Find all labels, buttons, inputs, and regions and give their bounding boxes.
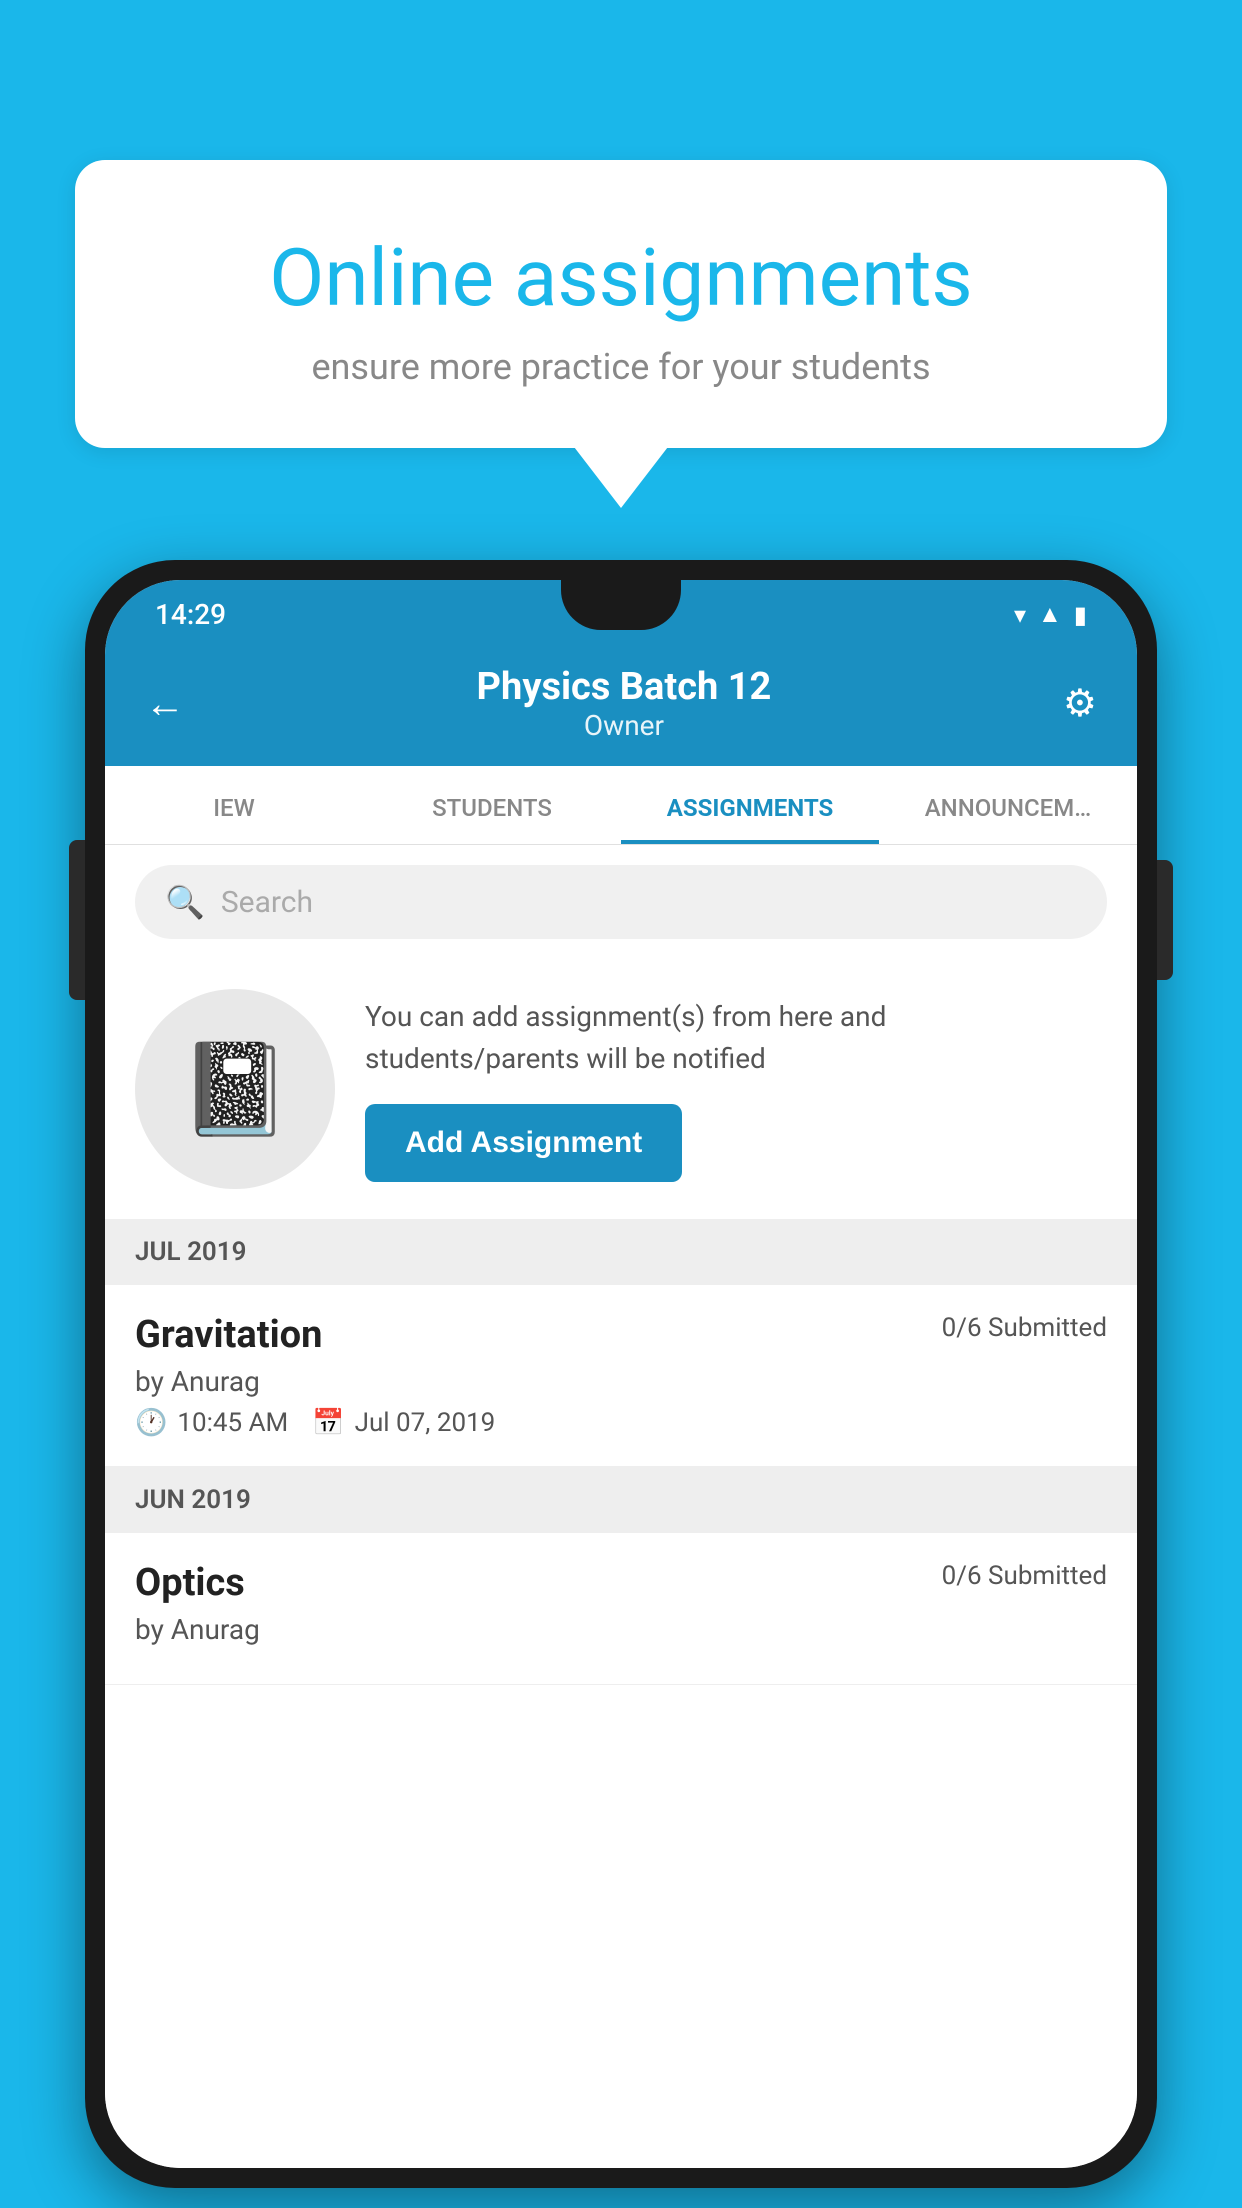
phone-wrapper: 14:29 ▾ ▲ ▮ ← Physics Batch 12 Owner ⚙: [85, 560, 1157, 2188]
assignment-time: 🕐 10:45 AM: [135, 1408, 288, 1438]
speech-bubble-title: Online assignments: [155, 230, 1087, 326]
search-placeholder: Search: [221, 885, 313, 920]
settings-icon[interactable]: ⚙: [1063, 681, 1097, 726]
assignment-time-text: 10:45 AM: [177, 1408, 288, 1438]
assignment-row-top-optics: Optics 0/6 Submitted: [135, 1561, 1107, 1605]
status-icons: ▾ ▲ ▮: [1014, 600, 1087, 629]
speech-bubble-subtitle: ensure more practice for your students: [155, 346, 1087, 388]
search-container: 🔍 Search: [105, 845, 1137, 959]
calendar-icon: 📅: [312, 1408, 344, 1438]
assignment-date-text: Jul 07, 2019: [355, 1408, 496, 1438]
speech-bubble-container: Online assignments ensure more practice …: [75, 160, 1167, 448]
phone-screen: 14:29 ▾ ▲ ▮ ← Physics Batch 12 Owner ⚙: [105, 580, 1137, 2168]
add-assignment-button[interactable]: Add Assignment: [365, 1104, 682, 1182]
clock-icon: 🕐: [135, 1408, 167, 1438]
promo-section: 📓 You can add assignment(s) from here an…: [105, 959, 1137, 1219]
speech-bubble: Online assignments ensure more practice …: [75, 160, 1167, 448]
assignment-name: Gravitation: [135, 1313, 322, 1357]
assignment-meta: 🕐 10:45 AM 📅 Jul 07, 2019: [135, 1408, 1107, 1438]
battery-icon: ▮: [1074, 601, 1087, 629]
status-bar: 14:29 ▾ ▲ ▮: [105, 580, 1137, 645]
content-area: 🔍 Search 📓 You can add assignment(s) fro…: [105, 845, 1137, 2168]
search-icon: 🔍: [165, 883, 205, 921]
promo-icon-circle: 📓: [135, 989, 335, 1189]
status-time: 14:29: [155, 598, 226, 631]
assignment-submitted: 0/6 Submitted: [942, 1313, 1107, 1343]
notebook-icon: 📓: [179, 1037, 291, 1142]
tab-students[interactable]: STUDENTS: [363, 766, 621, 844]
assignment-item-optics[interactable]: Optics 0/6 Submitted by Anurag: [105, 1533, 1137, 1685]
assignment-by-optics: by Anurag: [135, 1613, 1107, 1646]
phone-notch: [561, 580, 681, 630]
promo-description: You can add assignment(s) from here and …: [365, 996, 1107, 1080]
phone-outer: 14:29 ▾ ▲ ▮ ← Physics Batch 12 Owner ⚙: [85, 560, 1157, 2188]
tab-announcements[interactable]: ANNOUNCEM…: [879, 766, 1137, 844]
tab-iew[interactable]: IEW: [105, 766, 363, 844]
header-title-section: Physics Batch 12 Owner: [477, 665, 772, 742]
search-bar[interactable]: 🔍 Search: [135, 865, 1107, 939]
batch-title: Physics Batch 12: [477, 665, 772, 709]
assignment-submitted-optics: 0/6 Submitted: [942, 1561, 1107, 1591]
back-button[interactable]: ←: [145, 680, 185, 727]
section-header-jul: JUL 2019: [105, 1219, 1137, 1285]
signal-icon: ▲: [1038, 600, 1062, 629]
assignment-item-gravitation[interactable]: Gravitation 0/6 Submitted by Anurag 🕐 10…: [105, 1285, 1137, 1467]
tab-assignments[interactable]: ASSIGNMENTS: [621, 766, 879, 844]
assignment-date: 📅 Jul 07, 2019: [312, 1408, 495, 1438]
tabs-bar: IEW STUDENTS ASSIGNMENTS ANNOUNCEM…: [105, 766, 1137, 845]
owner-label: Owner: [477, 709, 772, 742]
section-header-jun: JUN 2019: [105, 1467, 1137, 1533]
assignment-name-optics: Optics: [135, 1561, 245, 1605]
assignment-row-top: Gravitation 0/6 Submitted: [135, 1313, 1107, 1357]
app-header: ← Physics Batch 12 Owner ⚙: [105, 645, 1137, 766]
wifi-icon: ▾: [1014, 601, 1026, 629]
assignment-by: by Anurag: [135, 1365, 1107, 1398]
promo-text-section: You can add assignment(s) from here and …: [365, 996, 1107, 1182]
